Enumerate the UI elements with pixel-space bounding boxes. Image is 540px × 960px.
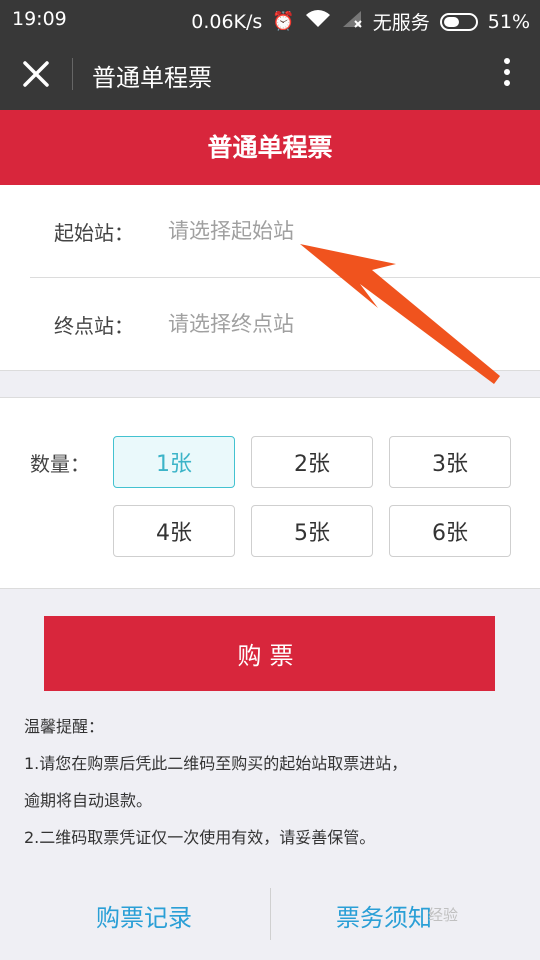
status-bar: 19:09 0.06K/s ⏰ 无服务 51% [0,0,540,38]
quantity-option-5[interactable]: 5张 [251,505,373,557]
notice-line: 1.请您在购票后凭此二维码至购买的起始站取票进站， [24,754,408,773]
net-speed: 0.06K/s [191,10,263,33]
start-station-input[interactable] [168,211,508,251]
quantity-option-3[interactable]: 3张 [389,436,511,488]
purchase-records-link[interactable]: 购票记录 [96,898,192,933]
quantity-panel: 数量： 1张 2张 3张 4张 5张 6张 [0,397,540,589]
notice-section: 温馨提醒： 1.请您在购票后凭此二维码至购买的起始站取票进站， 逾期将自动退款。… [24,714,524,862]
nav-title: 普通单程票 [92,64,212,92]
buy-ticket-button[interactable]: 购票 [44,616,495,691]
bottom-links: 购票记录 票务须知 [0,880,540,950]
carrier-text: 无服务 [372,12,430,34]
start-station-label: 起始站： [54,221,134,245]
start-station-row[interactable]: 起始站： [0,185,540,277]
quantity-option-4[interactable]: 4张 [113,505,235,557]
quantity-option-1[interactable]: 1张 [113,436,235,488]
end-station-row[interactable]: 终点站： [0,278,540,370]
notice-line: 2.二维码取票凭证仅一次使用有效，请妥善保管。 [24,828,376,847]
end-station-label: 终点站： [54,314,134,338]
notice-title: 温馨提醒： [24,717,105,736]
wifi-icon [305,9,331,34]
page-title: 普通单程票 [0,110,540,185]
status-right: 0.06K/s ⏰ 无服务 51% [191,8,530,35]
quantity-label: 数量： [30,452,90,476]
quantity-option-2[interactable]: 2张 [251,436,373,488]
close-icon[interactable] [16,54,56,94]
watermark-text: 经验 [428,906,459,924]
alarm-icon: ⏰ [272,10,295,32]
status-time: 19:09 [12,8,67,30]
station-panel: 起始站： 终点站： [0,185,540,371]
notice-line: 逾期将自动退款。 [24,791,153,810]
battery-percent: 51% [487,10,530,33]
no-signal-icon [341,9,363,34]
quantity-option-6[interactable]: 6张 [389,505,511,557]
nav-divider [72,58,73,90]
nav-bar: 普通单程票 [0,38,540,110]
links-divider [270,888,271,940]
end-station-input[interactable] [168,304,508,344]
ticket-guide-link[interactable]: 票务须知 [336,898,432,933]
more-icon[interactable] [502,58,512,90]
battery-icon [439,12,478,31]
